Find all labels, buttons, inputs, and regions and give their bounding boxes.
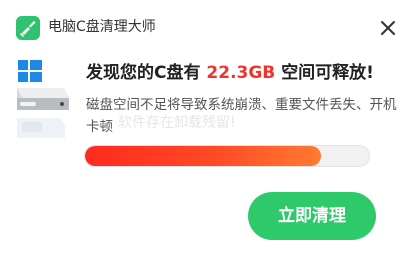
hard-drive-windows-icon bbox=[14, 58, 72, 144]
headline-prefix: 发现您的C盘有 bbox=[86, 63, 201, 83]
headline: 发现您的C盘有 22.3GB 空间可释放! bbox=[86, 60, 374, 86]
disk-usage-progress-bar bbox=[84, 145, 370, 167]
warning-description: 磁盘空间不足将导致系统崩溃、重要文件丢失、开机卡顿 bbox=[86, 97, 397, 135]
headline-suffix: 空间可释放! bbox=[281, 63, 374, 83]
title-bar: 电脑C盘清理大师 bbox=[0, 0, 420, 52]
broom-logo-icon bbox=[16, 16, 40, 40]
close-button[interactable] bbox=[376, 16, 400, 40]
close-icon bbox=[381, 21, 395, 35]
reclaimable-size: 22.3GB bbox=[206, 63, 276, 83]
cleanup-popup: 电脑C盘清理大师 软件存在卸载残留! 发现您的C盘有 22.3GB 空间可释放!… bbox=[0, 0, 420, 264]
clean-now-button[interactable]: 立即清理 bbox=[248, 192, 376, 240]
progress-fill bbox=[85, 146, 321, 166]
app-title: 电脑C盘清理大师 bbox=[48, 19, 156, 35]
